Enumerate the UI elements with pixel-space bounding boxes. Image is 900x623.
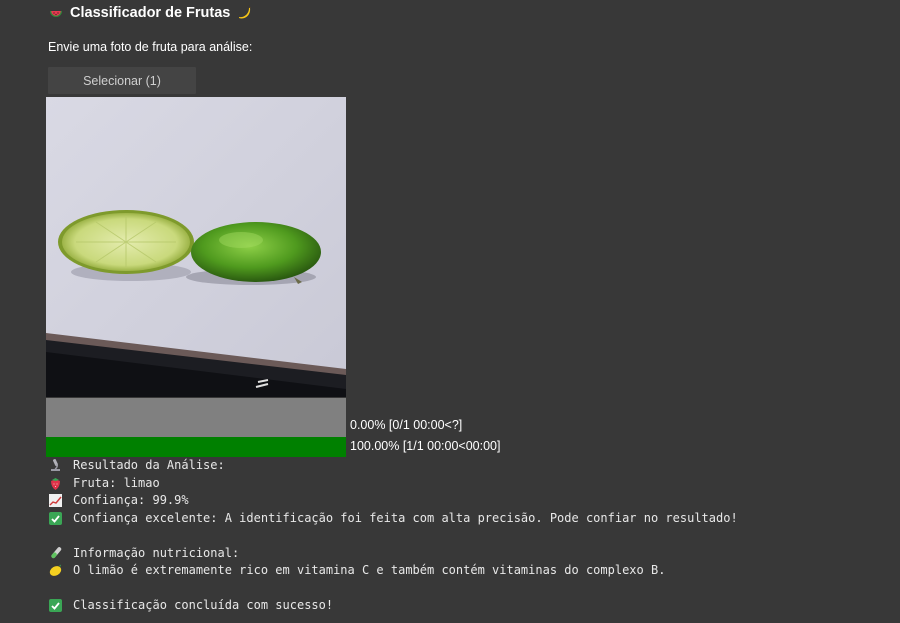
final-status-line: Classificação concluída com sucesso!: [48, 597, 738, 615]
confidence-result: Confiança: 99.9%: [73, 493, 189, 507]
confidence-note: Confiança excelente: A identificação foi…: [73, 510, 738, 525]
select-file-button[interactable]: Selecionar (1): [48, 67, 196, 94]
nutrition-text: O limão é extremamente rico em vitamina …: [73, 563, 666, 577]
progress-bar-pending: [46, 398, 346, 437]
strawberry-icon: [48, 476, 63, 491]
chart-icon: [48, 493, 63, 508]
result-output: Resultado da Análise: Fruta: limao Confi…: [48, 457, 738, 615]
progress-text-complete: 100.00% [1/1 00:00<00:00]: [350, 439, 501, 453]
microscope-icon: [48, 458, 63, 473]
app-title-text: Classificador de Frutas: [70, 5, 231, 21]
banana-icon: [236, 5, 252, 21]
final-status: Classificação concluída com sucesso!: [73, 598, 334, 612]
nutrition-heading-line: Informação nutricional:: [48, 545, 738, 563]
fruit-result: Fruta: limao: [73, 475, 160, 490]
confidence-line: Confiança: 99.9%: [48, 492, 738, 510]
lemon-icon: [48, 563, 63, 578]
check-icon: [48, 511, 63, 526]
watermelon-icon: [48, 5, 64, 21]
result-heading-line: Resultado da Análise:: [48, 457, 738, 475]
fruit-line: Fruta: limao: [48, 475, 738, 493]
uploaded-photo: [46, 97, 346, 397]
check-icon: [48, 598, 63, 613]
nutrition-heading: Informação nutricional:: [73, 545, 240, 560]
confidence-note-line: Confiança excelente: A identificação foi…: [48, 510, 738, 528]
nutrition-text-line: O limão é extremamente rico em vitamina …: [48, 562, 738, 580]
progress-bar-complete: [46, 437, 346, 457]
app-title: Classificador de Frutas: [48, 4, 252, 22]
upload-prompt: Envie uma foto de fruta para análise:: [48, 40, 253, 54]
result-heading: Resultado da Análise:: [73, 458, 225, 472]
test-tube-icon: [48, 546, 63, 561]
progress-fill: [46, 437, 346, 457]
progress-text-pending: 0.00% [0/1 00:00<?]: [350, 418, 463, 432]
